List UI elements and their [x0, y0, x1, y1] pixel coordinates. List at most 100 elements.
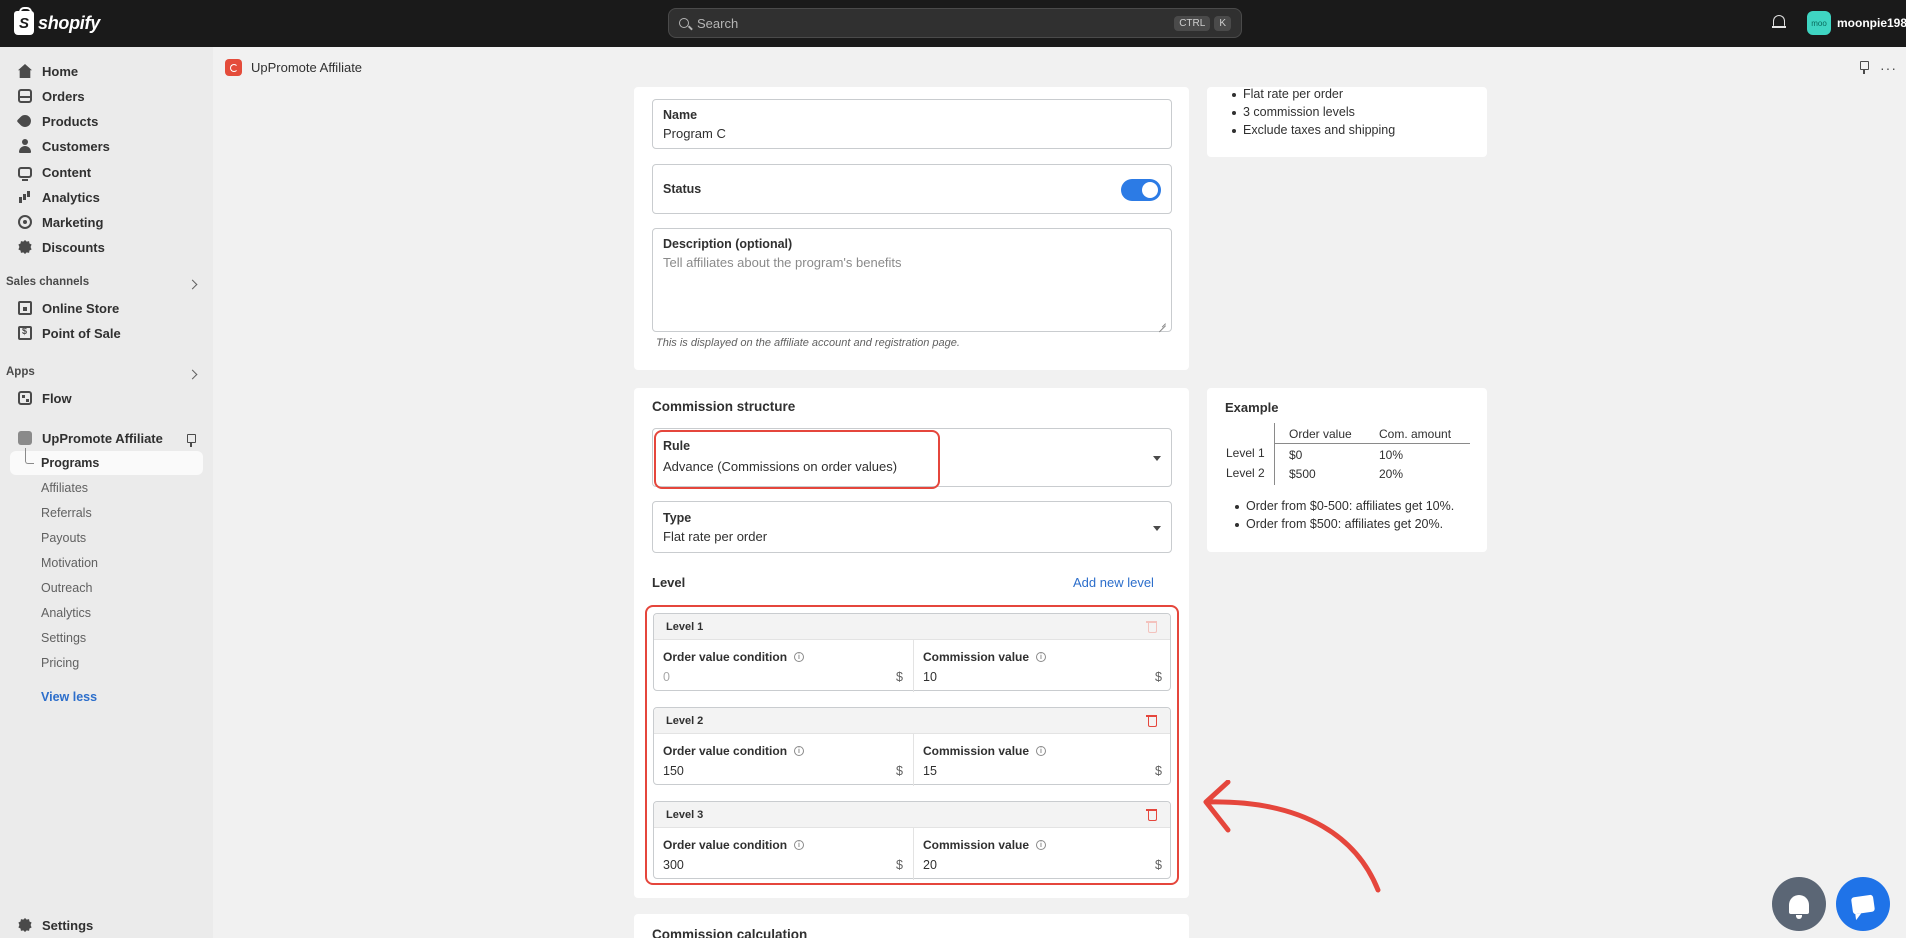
customers-icon [18, 139, 32, 153]
uppromote-logo-icon [225, 58, 242, 76]
level-card: Level 2 Order value condition i 150 $ Com… [653, 707, 1172, 786]
app-title: UpPromote Affiliate [251, 59, 363, 75]
apps-label: Apps [6, 366, 35, 378]
app-header: UpPromote Affiliate [225, 58, 362, 76]
summary-bullet: Flat rate per order [1231, 87, 1395, 105]
type-label: Type [663, 511, 692, 525]
example-header-order-value: Order value [1289, 427, 1352, 441]
info-icon[interactable]: i [1036, 652, 1047, 662]
discounts-icon [18, 240, 32, 254]
sub-item-payouts[interactable]: Payouts [41, 531, 86, 545]
sidebar-item-online-store[interactable]: Online Store [18, 298, 119, 318]
search-icon [679, 18, 689, 28]
type-select[interactable]: Type Flat rate per order [652, 501, 1172, 553]
resize-grip-icon[interactable] [1158, 318, 1166, 326]
content-icon [18, 166, 32, 181]
delete-level-trash-icon[interactable] [1146, 714, 1157, 727]
more-options-icon[interactable]: ··· [1880, 60, 1897, 76]
info-icon[interactable]: i [794, 652, 805, 662]
header-pin-icon[interactable] [1859, 61, 1869, 74]
example-row-amount: 10% [1379, 448, 1404, 462]
level-title: Level 2 [666, 715, 704, 727]
sub-item-analytics[interactable]: Analytics [41, 606, 91, 620]
sub-item-referrals[interactable]: Referrals [41, 506, 92, 520]
description-hint: This is displayed on the affiliate accou… [656, 337, 960, 349]
commission-value-input[interactable]: Commission value i 20 $ [913, 828, 1172, 880]
sub-item-programs[interactable]: Programs [41, 456, 99, 470]
order-value-condition-input[interactable]: Order value condition i 150 $ [654, 734, 913, 786]
sub-item-settings[interactable]: Settings [41, 631, 86, 645]
status-toggle[interactable] [1121, 179, 1161, 201]
sub-item-outreach[interactable]: Outreach [41, 581, 92, 595]
example-row-amount: 20% [1379, 467, 1404, 481]
avatar[interactable]: moo [1807, 11, 1831, 35]
sidebar-item-flow[interactable]: Flow [18, 388, 72, 408]
shortcut-key-ctrl: CTRL [1174, 15, 1211, 31]
info-icon[interactable]: i [1036, 746, 1047, 756]
sidebar-item-home[interactable]: Home [18, 61, 78, 81]
example-row-level: Level 1 [1226, 446, 1265, 460]
example-bullet: Order from $0-500: affiliates get 10%. [1234, 499, 1454, 517]
currency-unit: $ [1155, 670, 1162, 684]
order-value-condition-input[interactable]: Order value condition i 300 $ [654, 828, 913, 880]
sub-item-motivation[interactable]: Motivation [41, 556, 98, 570]
name-label: Name [663, 108, 698, 122]
delete-level-trash-icon[interactable] [1146, 808, 1157, 821]
commission-calculation-title: Commission calculation [652, 927, 808, 938]
sidebar-item-analytics[interactable]: Analytics [18, 187, 100, 207]
search-bar[interactable]: Search CTRL K [668, 8, 1242, 38]
example-table-rule [1275, 443, 1470, 444]
notifications-bell-icon[interactable] [1772, 15, 1786, 29]
name-field[interactable]: Name Program C [652, 99, 1172, 149]
floating-chat-button[interactable] [1836, 877, 1890, 931]
tree-connector [25, 448, 34, 464]
currency-unit: $ [896, 764, 903, 778]
description-label: Description (optional) [663, 237, 793, 251]
commission-value-input[interactable]: Commission value i 10 $ [913, 640, 1172, 692]
info-icon[interactable]: i [1036, 840, 1047, 850]
top-bar: S shopify Search CTRL K moo moonpie198 [0, 0, 1906, 47]
analytics-icon [18, 190, 32, 204]
sidebar-item-settings[interactable]: Settings [18, 915, 93, 935]
example-header-com-amount: Com. amount [1379, 427, 1452, 441]
sidebar-item-products[interactable]: Products [16, 111, 98, 131]
add-new-level-link[interactable]: Add new level [1073, 575, 1154, 590]
sidebar-item-point-of-sale[interactable]: Point of Sale [18, 323, 121, 343]
shopify-logo[interactable]: S shopify [14, 7, 100, 35]
uppromote-icon [18, 431, 32, 445]
sidebar-item-uppromote[interactable]: UpPromote Affiliate [18, 428, 163, 448]
commission-value-input[interactable]: Commission value i 15 $ [913, 734, 1172, 786]
settings-gear-icon [18, 918, 32, 932]
currency-unit: $ [896, 858, 903, 872]
info-icon[interactable]: i [794, 746, 805, 756]
order-value-condition-input[interactable]: Order value condition i 0 $ [654, 640, 913, 692]
annotation-arrow-icon [1203, 780, 1381, 893]
description-field[interactable]: Description (optional) Tell affiliates a… [652, 228, 1172, 332]
description-placeholder: Tell affiliates about the program's bene… [663, 255, 902, 270]
sales-channels-label: Sales channels [6, 276, 90, 288]
summary-bullets: Flat rate per order 3 commission levels … [1231, 87, 1395, 141]
commission-value: 20 [923, 858, 937, 872]
sub-item-pricing[interactable]: Pricing [41, 656, 79, 670]
pin-icon[interactable] [186, 434, 196, 447]
commission-calculation-card: Commission calculation [634, 914, 1189, 938]
user-name[interactable]: moonpie198 [1837, 16, 1906, 30]
sidebar-item-customers[interactable]: Customers [18, 136, 110, 156]
sidebar-item-orders[interactable]: Orders [18, 86, 85, 106]
sub-item-affiliates[interactable]: Affiliates [41, 481, 88, 495]
floating-notification-button[interactable] [1772, 877, 1826, 931]
status-label: Status [663, 182, 702, 196]
condition-value: 300 [663, 858, 684, 872]
commission-value: 15 [923, 764, 937, 778]
info-icon[interactable]: i [794, 840, 805, 850]
example-row-order: $500 [1289, 467, 1316, 481]
search-placeholder: Search [697, 15, 739, 31]
summary-bullet: 3 commission levels [1231, 105, 1395, 123]
view-less-link[interactable]: View less [41, 690, 97, 704]
marketing-icon [18, 215, 32, 229]
sidebar-item-discounts[interactable]: Discounts [18, 237, 105, 257]
commission-value: 10 [923, 670, 937, 684]
shopify-bag-icon: S [14, 7, 34, 35]
sidebar-item-marketing[interactable]: Marketing [18, 212, 103, 232]
sidebar-item-content[interactable]: Content [18, 162, 91, 182]
